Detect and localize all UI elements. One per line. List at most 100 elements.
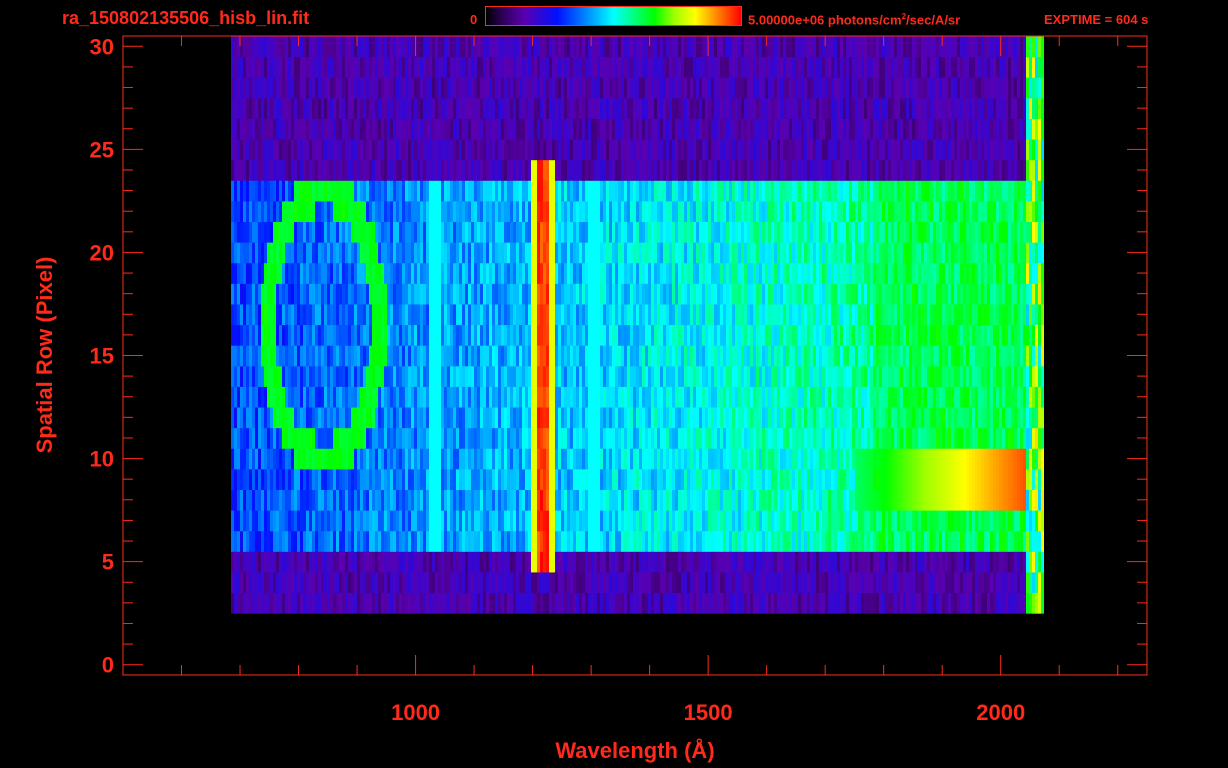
heatmap-cell bbox=[261, 365, 264, 387]
heatmap-cell bbox=[864, 283, 867, 305]
heatmap-cell bbox=[534, 427, 537, 449]
heatmap-cell bbox=[684, 262, 687, 284]
heatmap-cell bbox=[825, 448, 828, 470]
heatmap-cell bbox=[369, 324, 372, 346]
heatmap-cell bbox=[723, 510, 726, 532]
heatmap-cell bbox=[351, 365, 354, 387]
heatmap-cell bbox=[783, 510, 786, 532]
heatmap-cell bbox=[519, 262, 522, 284]
heatmap-cell bbox=[384, 303, 387, 326]
heatmap-cell bbox=[498, 221, 501, 243]
heatmap-cell bbox=[252, 386, 255, 408]
heatmap-cell bbox=[720, 303, 723, 326]
heatmap-cell bbox=[735, 448, 738, 470]
heatmap-cell bbox=[633, 365, 636, 387]
heatmap-cell bbox=[771, 283, 774, 305]
heatmap-cell bbox=[543, 303, 546, 326]
heatmap-cell bbox=[771, 530, 774, 552]
heatmap-cell bbox=[915, 262, 918, 284]
heatmap-cell bbox=[375, 489, 378, 511]
heatmap-cell bbox=[969, 530, 972, 552]
heatmap-cell bbox=[546, 571, 549, 594]
heatmap-cell bbox=[723, 407, 726, 429]
heatmap-cell bbox=[306, 324, 309, 346]
heatmap-cell bbox=[393, 510, 396, 532]
heatmap-cell bbox=[285, 489, 288, 511]
heatmap-cell bbox=[936, 303, 939, 326]
heatmap-cell bbox=[993, 530, 996, 552]
heatmap-cell bbox=[384, 324, 387, 346]
heatmap-cell bbox=[774, 345, 777, 367]
heatmap-cell bbox=[825, 242, 828, 264]
heatmap-cell bbox=[864, 345, 867, 367]
heatmap-cell bbox=[930, 468, 933, 490]
heatmap-cell bbox=[1041, 427, 1044, 449]
heatmap-cell bbox=[837, 448, 840, 470]
heatmap-cell bbox=[699, 510, 702, 532]
heatmap-cell bbox=[381, 283, 384, 305]
heatmap-cell bbox=[846, 407, 849, 429]
heatmap-cell bbox=[693, 242, 696, 264]
heatmap-cell bbox=[471, 468, 474, 490]
heatmap-cell bbox=[399, 530, 402, 552]
heatmap-cell bbox=[1011, 407, 1014, 429]
heatmap-cell bbox=[546, 530, 549, 552]
heatmap-cell bbox=[1017, 427, 1020, 449]
heatmap-cell bbox=[906, 551, 909, 573]
heatmap-cell bbox=[888, 303, 891, 326]
heatmap-cell bbox=[354, 427, 357, 449]
heatmap-cell bbox=[735, 551, 738, 573]
heatmap-cell bbox=[768, 592, 771, 614]
heatmap-cell bbox=[762, 262, 765, 284]
heatmap-cell bbox=[435, 242, 438, 264]
heatmap-cell bbox=[690, 468, 693, 490]
heatmap-cell bbox=[351, 407, 354, 429]
heatmap-cell bbox=[732, 489, 735, 511]
heatmap-cell bbox=[723, 468, 726, 490]
heatmap-cell bbox=[231, 571, 234, 594]
heatmap-cell bbox=[798, 283, 801, 305]
heatmap-cell bbox=[798, 592, 801, 614]
heatmap-cell bbox=[873, 365, 876, 387]
heatmap-cell bbox=[312, 221, 315, 243]
heatmap-cell bbox=[405, 365, 408, 387]
heatmap-cell bbox=[858, 489, 861, 511]
heatmap-cell bbox=[561, 448, 564, 470]
heatmap-cell bbox=[495, 571, 498, 594]
heatmap-cell bbox=[477, 468, 480, 490]
heatmap-cell bbox=[567, 324, 570, 346]
heatmap-cell bbox=[411, 386, 414, 408]
heatmap-cell bbox=[408, 551, 411, 573]
heatmap-cell bbox=[279, 283, 282, 305]
heatmap-cell bbox=[336, 283, 339, 305]
heatmap-cell bbox=[468, 345, 471, 367]
heatmap-cell bbox=[795, 365, 798, 387]
heatmap-cell bbox=[417, 448, 420, 470]
heatmap-cell bbox=[876, 283, 879, 305]
heatmap-cell bbox=[597, 489, 600, 511]
heatmap-cell bbox=[870, 283, 873, 305]
heatmap-cell bbox=[762, 510, 765, 532]
heatmap-cell bbox=[681, 468, 684, 490]
heatmap-cell bbox=[657, 386, 660, 408]
heatmap-cell bbox=[723, 551, 726, 573]
heatmap-cell bbox=[552, 386, 555, 408]
heatmap-cell bbox=[711, 571, 714, 594]
heatmap-cell bbox=[561, 262, 564, 284]
heatmap-cell bbox=[1011, 386, 1014, 408]
heatmap-cell bbox=[453, 324, 456, 346]
heatmap-cell bbox=[1005, 324, 1008, 346]
heatmap-cell bbox=[465, 551, 468, 573]
heatmap-cell bbox=[654, 407, 657, 429]
heatmap-cell bbox=[426, 592, 429, 614]
heatmap-cell bbox=[318, 407, 321, 429]
heatmap-cell bbox=[243, 303, 246, 326]
heatmap-cell bbox=[714, 448, 717, 470]
heatmap-cell bbox=[981, 551, 984, 573]
heatmap-cell bbox=[714, 407, 717, 429]
heatmap-cell bbox=[792, 489, 795, 511]
heatmap-cell bbox=[903, 283, 906, 305]
heatmap-cell bbox=[828, 448, 831, 470]
heatmap-cell bbox=[777, 242, 780, 264]
heatmap-cell bbox=[552, 221, 555, 243]
